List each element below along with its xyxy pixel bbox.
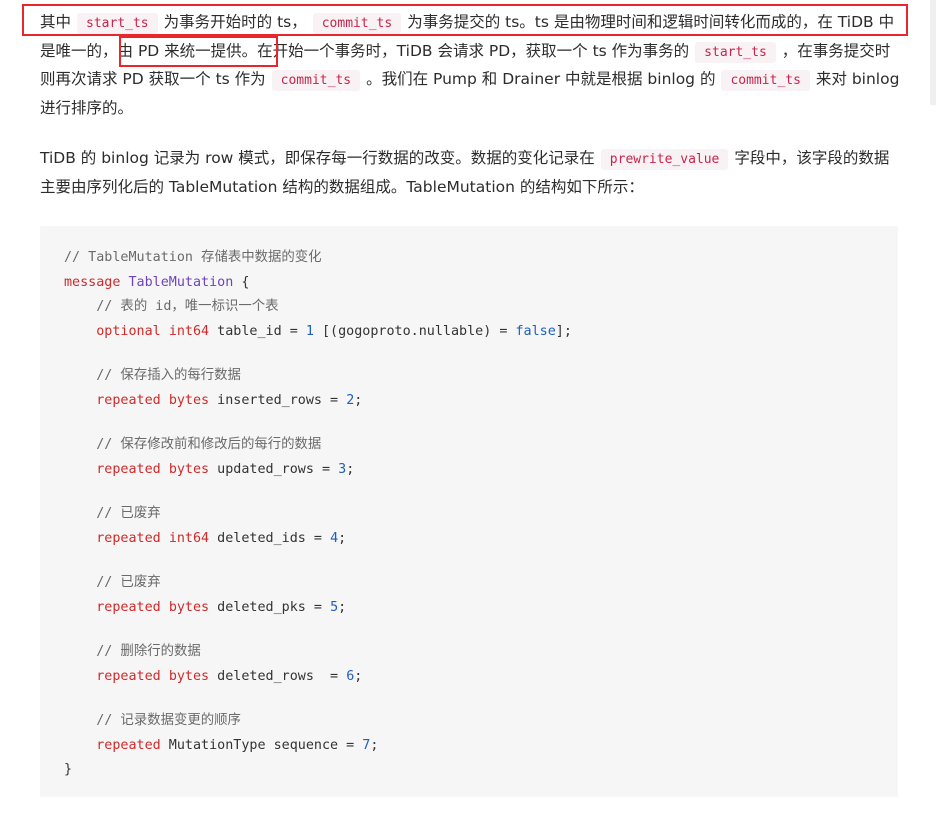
paragraph-ts-description: 其中 start_ts 为事务开始时的 ts， commit_ts 为事务提交的 ts。… xyxy=(40,9,900,122)
code-token-plain: ; xyxy=(346,461,355,477)
text-segment: 。我们在 Pump 和 Drainer 中就是根据 binlog 的 xyxy=(366,70,716,88)
code-token-number: 3 xyxy=(338,461,347,477)
code-token-type: int64 xyxy=(168,530,210,546)
code-token-plain: ; xyxy=(354,668,363,684)
code-token-classname: TableMutation xyxy=(128,274,234,290)
scrollbar-track[interactable] xyxy=(930,0,936,105)
code-token-type: bytes xyxy=(168,668,210,684)
code-line: message TableMutation { xyxy=(64,271,874,296)
code-token-literal: false xyxy=(515,323,556,339)
code-token-plain: table_id = xyxy=(209,323,306,339)
code-line: repeated int64 deleted_ids = 4; xyxy=(64,527,874,552)
code-content[interactable]: // TableMutation 存储表中数据的变化 message TableM… xyxy=(64,246,874,783)
inline-code-start-ts: start_ts xyxy=(695,41,776,63)
code-token-plain: ; xyxy=(338,599,347,615)
code-token-comment: // 已废弃 xyxy=(64,575,161,590)
code-token-comment: // 保存修改前和修改后的每行的数据 xyxy=(64,437,322,452)
code-token-plain: MutationType sequence = xyxy=(160,737,363,753)
code-line: repeated bytes inserted_rows = 2; xyxy=(64,389,874,414)
code-token-plain: ; xyxy=(354,392,363,408)
code-token-number: 4 xyxy=(330,530,339,546)
code-token-keyword: repeated xyxy=(96,599,161,615)
code-token-plain: { xyxy=(233,274,250,290)
code-line: optional int64 table_id = 1 [(gogoproto.… xyxy=(64,320,874,345)
code-line: // 记录数据变更的顺序 xyxy=(64,709,874,734)
code-token-number: 5 xyxy=(330,599,339,615)
code-token-plain: ; xyxy=(370,737,379,753)
code-token-type: bytes xyxy=(168,599,210,615)
inline-code-commit-ts: commit_ts xyxy=(312,13,402,34)
code-token-plain: updated_rows = xyxy=(209,461,339,477)
code-token-keyword: repeated xyxy=(96,461,161,477)
code-token-keyword: message xyxy=(64,274,129,290)
code-token-keyword: optional xyxy=(96,323,161,339)
code-line: repeated bytes deleted_rows = 6; xyxy=(64,665,874,690)
code-line: // 保存插入的每行数据 xyxy=(64,364,874,389)
code-token-number: 1 xyxy=(305,323,314,339)
code-token-plain: } xyxy=(64,762,73,777)
inline-code-commit-ts: commit_ts xyxy=(271,70,361,91)
code-token-keyword: repeated xyxy=(96,392,161,408)
code-line: repeated bytes updated_rows = 3; xyxy=(64,458,874,483)
code-token-type: bytes xyxy=(168,461,210,477)
paragraph-binlog-description: TiDB 的 binlog 记录为 row 模式，即保存每一行数据的改变。数据的… xyxy=(40,145,900,201)
code-token-keyword: repeated xyxy=(96,737,161,753)
text-segment: 其中 xyxy=(40,13,72,31)
text-segment: TiDB 的 binlog 记录为 row 模式，即保存每一行数据的改变。数据的… xyxy=(40,149,595,167)
code-line: repeated MutationType sequence = 7; xyxy=(64,734,874,759)
code-token-keyword: repeated xyxy=(96,668,161,684)
code-token-comment: // 保存插入的每行数据 xyxy=(64,368,241,383)
code-token-keyword: repeated xyxy=(96,530,161,546)
code-token-plain: inserted_rows = xyxy=(209,392,347,408)
code-token-type: int64 xyxy=(168,323,210,339)
code-token-comment: // 已废弃 xyxy=(64,506,161,521)
code-line: // 已废弃 xyxy=(64,571,874,596)
code-token-plain: deleted_pks = xyxy=(209,599,331,615)
code-line: // 保存修改前和修改后的每行的数据 xyxy=(64,433,874,458)
text-segment: 在开始一个事务时，TiDB 会请求 PD，获取一个 ts 作为事务的 xyxy=(257,41,690,60)
code-token-comment: // 删除行的数据 xyxy=(64,644,201,659)
code-line: repeated bytes deleted_pks = 5; xyxy=(64,596,874,621)
inline-code-start-ts: start_ts xyxy=(77,13,158,34)
code-token-plain: [(gogoproto.nullable) = xyxy=(313,323,516,339)
code-token-type: bytes xyxy=(168,392,210,408)
text-segment: 为事务开始时的 ts， xyxy=(163,13,307,31)
code-token-plain: deleted_ids = xyxy=(209,530,331,546)
code-token-comment: // 记录数据变更的顺序 xyxy=(64,713,241,728)
inline-code-commit-ts: commit_ts xyxy=(721,70,810,91)
code-token-plain: ; xyxy=(338,530,347,546)
code-token-plain: deleted_rows = xyxy=(209,668,347,684)
code-line: // 表的 id，唯一标识一个表 xyxy=(64,295,874,320)
code-line: // TableMutation 存储表中数据的变化 xyxy=(64,246,874,271)
code-line: // 删除行的数据 xyxy=(64,640,874,665)
code-token-comment: // 表的 id，唯一标识一个表 xyxy=(64,299,279,314)
code-line: // 已废弃 xyxy=(64,502,874,527)
code-line: } xyxy=(64,758,874,783)
inline-code-prewrite-value: prewrite_value xyxy=(600,149,729,170)
code-token-comment: // TableMutation 存储表中数据的变化 xyxy=(64,250,322,265)
code-token-plain: ]; xyxy=(555,323,572,339)
code-block-table-mutation[interactable]: // TableMutation 存储表中数据的变化 message TableM… xyxy=(40,226,898,797)
highlighted-text-pd: 由 PD 来统一提供。 xyxy=(117,41,258,60)
